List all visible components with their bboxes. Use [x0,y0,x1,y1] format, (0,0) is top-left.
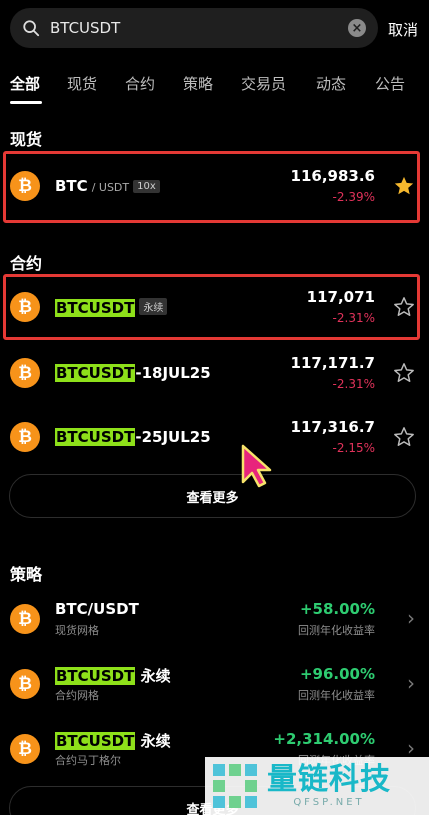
section-title-futures: 合约 [10,254,43,273]
tab-bar: 全部 现货 合约 策略 交易员 动态 公告 [0,70,429,104]
search-input[interactable]: BTCUSDT [50,19,348,37]
search-icon [23,20,40,37]
view-more-futures-button[interactable]: 查看更多 [9,474,416,518]
return-percent: +2,314.00% [273,730,375,748]
cancel-button[interactable]: 取消 [388,19,418,40]
search-match-highlight: BTCUSDT [55,364,136,382]
chevron-right-icon: › [407,671,415,695]
strategy-suffix: 永续 [135,667,171,685]
watermark: 量链科技 QFSP.NET [205,757,429,815]
strategy-type: 合约马丁格尔 [55,754,121,767]
section-title-strategy: 策略 [10,565,43,584]
return-percent: +58.00% [299,600,375,618]
watermark-url: QFSP.NET [293,797,365,808]
return-label: 回测年化收益率 [298,624,375,637]
bitcoin-icon: ₿ [10,422,40,452]
chevron-right-icon: › [407,606,415,630]
bitcoin-icon: ₿ [10,358,40,388]
tab-all[interactable]: 全部 [10,73,40,94]
price: 117,316.7 [290,418,375,436]
tab-spot[interactable]: 现货 [67,73,97,94]
tab-feed[interactable]: 动态 [316,73,346,94]
active-tab-indicator [10,101,42,104]
list-item[interactable]: ₿ BTCUSDT-25JUL25 117,316.7 -2.15% [0,410,429,470]
strategy-type: 现货网格 [55,624,99,637]
symbol-name: BTCUSDT-18JUL25 [55,364,211,382]
contract-suffix: -18JUL25 [135,364,211,382]
change-percent: -2.15% [332,441,375,455]
bitcoin-icon: ₿ [10,734,40,764]
contract-suffix: -25JUL25 [135,428,211,446]
search-match-highlight: BTCUSDT [55,667,136,685]
bitcoin-icon: ₿ [10,604,40,634]
tab-futures[interactable]: 合约 [125,73,155,94]
strategy-name: BTCUSDT 永续 [55,665,171,686]
watermark-title: 量链科技 [267,762,391,797]
return-label: 回测年化收益率 [298,689,375,702]
clear-icon[interactable]: × [348,19,366,37]
symbol-name: BTCUSDT-25JUL25 [55,428,211,446]
strategy-suffix: 永续 [135,732,171,750]
cursor-icon [241,444,272,488]
search-match-highlight: BTCUSDT [55,428,136,446]
change-percent: -2.31% [332,377,375,391]
annotation-box [3,151,420,223]
watermark-logo-icon [213,764,257,808]
search-match-highlight: BTCUSDT [55,732,136,750]
star-outline-icon[interactable] [393,426,415,448]
tab-announcements[interactable]: 公告 [375,73,405,94]
strategy-name: BTCUSDT 永续 [55,730,171,751]
list-item[interactable]: ₿ BTCUSDT 永续 合约网格 +96.00% 回测年化收益率 › [0,655,429,715]
bitcoin-icon: ₿ [10,669,40,699]
tab-strategy[interactable]: 策略 [183,73,213,94]
search-bar[interactable]: BTCUSDT × [10,8,378,48]
strategy-name: BTC/USDT [55,600,139,618]
return-percent: +96.00% [299,665,375,683]
tab-traders[interactable]: 交易员 [241,73,286,94]
section-title-spot: 现货 [10,130,43,149]
price: 117,171.7 [290,354,375,372]
list-item[interactable]: ₿ BTC/USDT 现货网格 +58.00% 回测年化收益率 › [0,590,429,650]
star-outline-icon[interactable] [393,362,415,384]
annotation-box [3,274,420,340]
strategy-type: 合约网格 [55,689,99,702]
list-item[interactable]: ₿ BTCUSDT-18JUL25 117,171.7 -2.31% [0,343,429,403]
